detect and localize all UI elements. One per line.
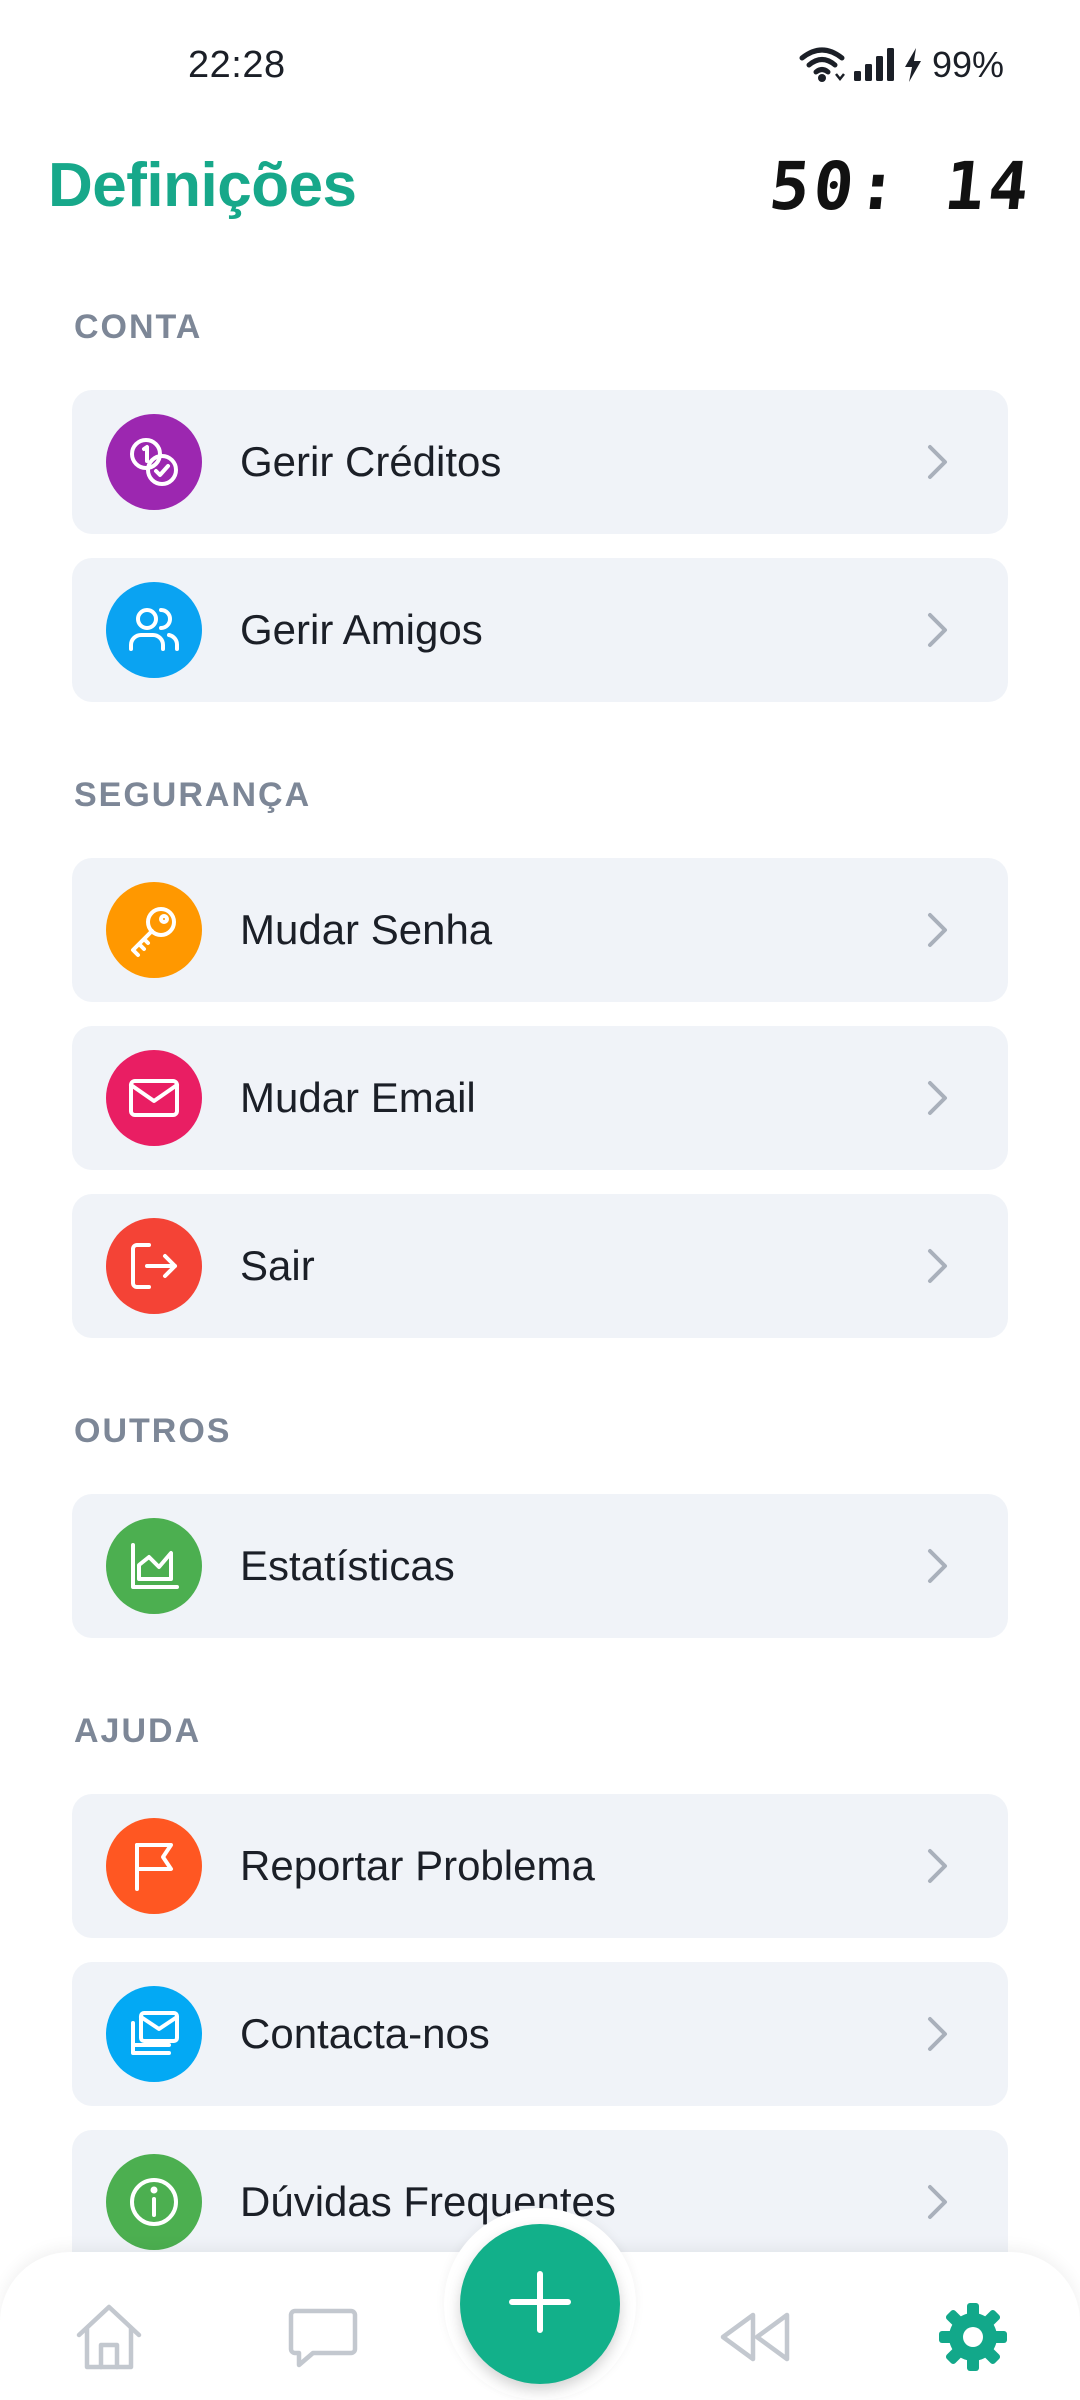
item-logout[interactable]: Sair xyxy=(72,1194,1008,1338)
item-label: Mudar Senha xyxy=(240,906,493,953)
item-label: Reportar Problema xyxy=(240,1842,595,1889)
item-change-password[interactable]: Mudar Senha xyxy=(72,858,1008,1002)
chevron-right-icon xyxy=(918,1846,958,1886)
home-icon[interactable] xyxy=(64,2292,154,2382)
item-manage-credits[interactable]: Gerir Créditos xyxy=(72,390,1008,534)
add-icon xyxy=(508,2270,572,2339)
add-button[interactable] xyxy=(460,2224,620,2384)
section-title-security: SEGURANÇA xyxy=(74,776,312,814)
coins-icon xyxy=(106,414,202,510)
item-change-email[interactable]: Mudar Email xyxy=(72,1026,1008,1170)
logout-icon xyxy=(106,1218,202,1314)
chart-icon xyxy=(106,1518,202,1614)
item-label: Estatísticas xyxy=(240,1542,455,1589)
timer-display: 50: 14 xyxy=(765,148,1037,225)
chevron-right-icon xyxy=(918,2014,958,2054)
key-icon xyxy=(106,882,202,978)
chevron-right-icon xyxy=(918,1246,958,1286)
item-label: Sair xyxy=(240,1242,315,1289)
charging-icon xyxy=(902,47,924,83)
signal-icon xyxy=(852,47,896,83)
item-label: Contacta-nos xyxy=(240,2010,490,2057)
mail-icon xyxy=(106,1050,202,1146)
wifi-icon xyxy=(798,46,846,84)
chevron-right-icon xyxy=(918,910,958,950)
item-manage-friends[interactable]: Gerir Amigos xyxy=(72,558,1008,702)
chevron-right-icon xyxy=(918,1546,958,1586)
flag-icon xyxy=(106,1818,202,1914)
battery-level: 99% xyxy=(931,44,1004,85)
chevron-right-icon xyxy=(918,442,958,482)
status-bar: 22:28 99% xyxy=(0,0,1080,136)
section-title-others: OUTROS xyxy=(74,1412,232,1450)
item-label: Gerir Amigos xyxy=(240,606,483,653)
chevron-right-icon xyxy=(918,610,958,650)
header: Definições 50: 14 xyxy=(0,148,1080,228)
item-contact-us[interactable]: Contacta-nos xyxy=(72,1962,1008,2106)
item-report-problem[interactable]: Reportar Problema xyxy=(72,1794,1008,1938)
chevron-right-icon xyxy=(918,2182,958,2222)
item-statistics[interactable]: Estatísticas xyxy=(72,1494,1008,1638)
section-title-account: CONTA xyxy=(74,308,203,346)
status-icons: 99% xyxy=(798,44,1004,86)
mailbox-icon xyxy=(106,1986,202,2082)
rewind-icon[interactable] xyxy=(710,2292,800,2382)
info-icon xyxy=(106,2154,202,2250)
chat-icon[interactable] xyxy=(278,2292,368,2382)
chevron-right-icon xyxy=(918,1078,958,1118)
item-label: Mudar Email xyxy=(240,1074,476,1121)
item-label: Gerir Créditos xyxy=(240,438,502,485)
page-title: Definições xyxy=(48,151,357,220)
users-icon xyxy=(106,582,202,678)
status-time: 22:28 xyxy=(188,44,286,86)
settings-icon[interactable] xyxy=(928,2292,1018,2382)
section-title-help: AJUDA xyxy=(74,1712,202,1750)
